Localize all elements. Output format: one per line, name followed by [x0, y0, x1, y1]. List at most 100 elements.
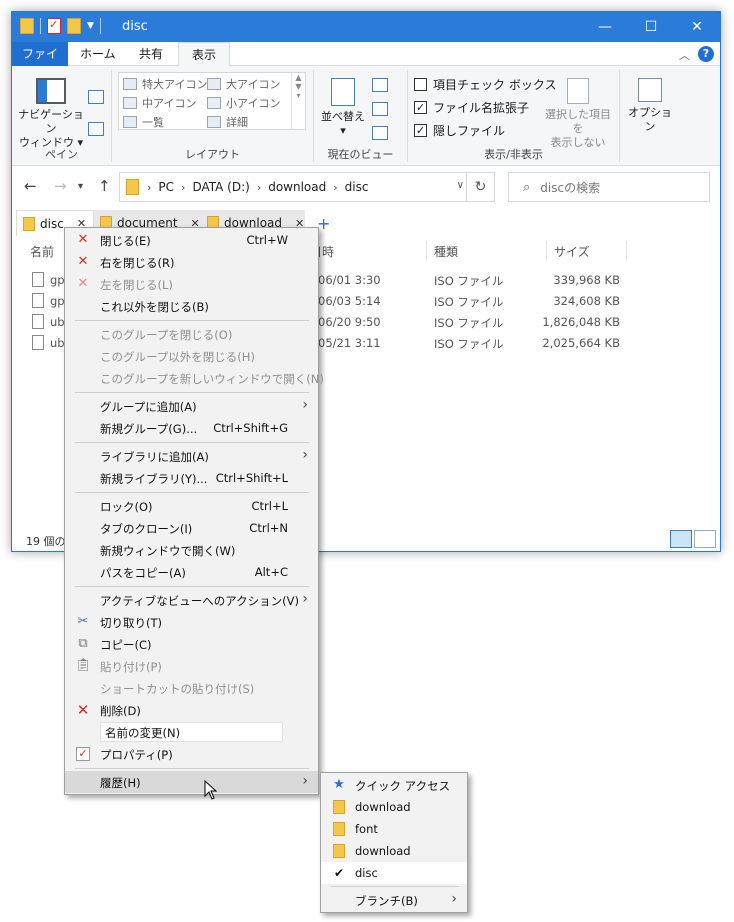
menu-item-open-new-window[interactable]: 新規ウィンドウで開く(W) — [65, 539, 318, 561]
menu-item-new-library[interactable]: 新規ライブラリ(Y)... Ctrl+Shift+L — [65, 467, 318, 489]
column-type[interactable]: 種類 — [434, 243, 458, 260]
sort-button[interactable]: 並べ替え ▾ — [318, 78, 368, 138]
new-folder-icon[interactable] — [67, 18, 81, 34]
item-checkbox-toggle[interactable]: 項目チェック ボックス — [414, 76, 556, 93]
layout-extra-large-icons[interactable]: 特大アイコン — [123, 76, 207, 92]
tab-view[interactable]: 表示 — [178, 42, 230, 67]
column-divider[interactable] — [426, 241, 427, 261]
chevron-right-icon[interactable]: › — [333, 181, 337, 194]
breadcrumb-download[interactable]: download — [268, 180, 326, 194]
menu-item-cut[interactable]: ✂ 切り取り(T) — [65, 611, 318, 633]
menu-label: ロック(O) — [100, 500, 153, 514]
breadcrumb-pc[interactable]: PC — [158, 180, 174, 194]
file-extension-toggle[interactable]: ✓ ファイル名拡張子 — [414, 99, 529, 116]
menu-item-clone-tab[interactable]: タブのクローン(I) Ctrl+N — [65, 517, 318, 539]
folder-icon — [20, 18, 34, 34]
tab-home[interactable]: ホーム — [70, 42, 126, 66]
details-pane-icon[interactable] — [88, 122, 104, 136]
details-icon — [207, 116, 221, 128]
hide-selected-label-1: 選択した項目を — [545, 108, 611, 135]
menu-item-close-right[interactable]: ✕ 右を閉じる(R) — [65, 251, 318, 273]
help-icon[interactable]: ? — [698, 46, 714, 62]
menu-item-close-other-groups[interactable]: このグループ以外を閉じる(H) — [65, 345, 318, 367]
menu-item-delete[interactable]: ✕ 削除(D) — [65, 699, 318, 721]
column-name[interactable]: 名前 — [30, 243, 54, 260]
history-item-font[interactable]: font — [321, 818, 467, 840]
add-tab-icon[interactable]: + — [317, 214, 330, 233]
history-item-branch[interactable]: ブランチ(B) › — [321, 889, 467, 911]
file-type: ISO ファイル — [434, 274, 504, 288]
maximize-button[interactable]: ☐ — [628, 12, 674, 42]
column-divider[interactable] — [626, 241, 627, 261]
menu-shortcut: Ctrl+Shift+L — [215, 471, 288, 485]
tab-share[interactable]: 共有 — [129, 42, 173, 66]
layout-list[interactable]: 一覧 — [123, 114, 164, 130]
refresh-icon[interactable]: ↻ — [466, 173, 494, 201]
chevron-right-icon[interactable]: › — [181, 181, 185, 194]
hide-selected-button[interactable]: 選択した項目を 表示しない — [540, 78, 616, 150]
breadcrumb-disc[interactable]: disc — [345, 180, 369, 194]
menu-item-add-to-library[interactable]: ライブラリに追加(A) › — [65, 445, 318, 467]
menu-item-properties[interactable]: ✓ プロパティ(P) — [65, 743, 318, 765]
history-item-quick-access[interactable]: ★ クイック アクセス — [321, 774, 467, 796]
gallery-scroll[interactable]: ▲ ▼ ▾ — [291, 73, 305, 129]
recent-dropdown-icon[interactable]: ▾ — [78, 181, 83, 192]
preview-pane-icon[interactable] — [88, 90, 104, 104]
chevron-down-icon[interactable]: ∨ — [457, 180, 464, 191]
menu-item-close[interactable]: ✕ 閉じる(E) Ctrl+W — [65, 229, 318, 251]
history-item-download-2[interactable]: download — [321, 840, 467, 862]
history-item-disc[interactable]: ✔ disc — [321, 862, 467, 884]
properties-icon[interactable] — [47, 18, 61, 34]
menu-item-action-active-view[interactable]: アクティブなビューへのアクション(V) › — [65, 589, 318, 611]
layout-medium-icons[interactable]: 中アイコン — [123, 95, 196, 111]
column-size[interactable]: サイズ — [554, 243, 590, 260]
history-item-download[interactable]: download — [321, 796, 467, 818]
large-icons-view-icon[interactable] — [694, 530, 716, 548]
checkbox-checked[interactable]: ✓ — [414, 101, 427, 114]
chevron-right-icon[interactable]: › — [147, 181, 151, 194]
layout-large-icons[interactable]: 大アイコン — [207, 76, 280, 92]
layout-small-icons[interactable]: 小アイコン — [207, 95, 280, 111]
search-input[interactable]: ⌕ discの検索 — [508, 172, 710, 202]
navigation-pane-button[interactable]: ナビゲーション ウィンドウ ▾ — [18, 78, 84, 150]
forward-arrow-icon[interactable]: → — [54, 177, 67, 195]
back-arrow-icon[interactable]: ← — [24, 177, 37, 195]
menu-item-close-group[interactable]: このグループを閉じる(O) — [65, 323, 318, 345]
options-button[interactable]: オプション — [624, 78, 676, 134]
menu-item-new-group[interactable]: 新規グループ(G)... Ctrl+Shift+G — [65, 417, 318, 439]
group-by-icon[interactable] — [372, 78, 388, 92]
menu-item-paste-shortcut[interactable]: ショートカットの貼り付け(S) — [65, 677, 318, 699]
tab-file[interactable]: ファイル — [12, 42, 68, 85]
size-columns-icon[interactable] — [372, 126, 388, 140]
menu-label: 閉じる(E) — [100, 234, 151, 248]
menu-item-add-to-group[interactable]: グループに追加(A) › — [65, 395, 318, 417]
menu-item-open-group-new-window[interactable]: このグループを新しいウィンドウで開く(N) — [65, 367, 324, 389]
menu-label: disc — [355, 866, 378, 880]
menu-item-copy-path[interactable]: パスをコピー(A) Alt+C — [65, 561, 318, 583]
column-divider[interactable] — [546, 241, 547, 261]
file-size: 339,968 KB — [553, 273, 620, 287]
details-view-icon[interactable] — [670, 530, 692, 548]
close-button[interactable]: ✕ — [674, 12, 720, 42]
file-date: 06/20 9:50 — [318, 315, 381, 329]
menu-item-history[interactable]: 履歴(H) › — [65, 771, 318, 793]
menu-item-lock[interactable]: ロック(O) Ctrl+L — [65, 495, 318, 517]
checkbox[interactable] — [414, 78, 427, 91]
menu-item-rename[interactable]: 名前の変更(N) — [65, 721, 318, 743]
add-columns-icon[interactable] — [372, 102, 388, 116]
minimize-button[interactable]: — — [582, 12, 628, 42]
breadcrumb-drive[interactable]: DATA (D:) — [192, 180, 249, 194]
menu-item-close-others[interactable]: これ以外を閉じる(B) — [65, 295, 318, 317]
up-arrow-icon[interactable]: ↑ — [98, 177, 111, 195]
menu-item-paste[interactable]: 📋︎ 貼り付け(P) — [65, 655, 318, 677]
layout-details[interactable]: 詳細 — [207, 114, 248, 130]
collapse-ribbon-icon[interactable]: ︿ — [679, 47, 690, 63]
file-icon — [32, 293, 44, 308]
address-bar[interactable]: › PC › DATA (D:) › download › disc ∨ ↻ — [119, 172, 495, 202]
hidden-files-toggle[interactable]: ✓ 隠しファイル — [414, 122, 505, 139]
menu-item-close-left[interactable]: ✕ 左を閉じる(L) — [65, 273, 318, 295]
customize-dropdown-icon[interactable]: ▼ — [87, 21, 94, 31]
menu-item-copy[interactable]: ⧉ コピー(C) — [65, 633, 318, 655]
checkbox-checked[interactable]: ✓ — [414, 124, 427, 137]
chevron-right-icon[interactable]: › — [257, 181, 261, 194]
